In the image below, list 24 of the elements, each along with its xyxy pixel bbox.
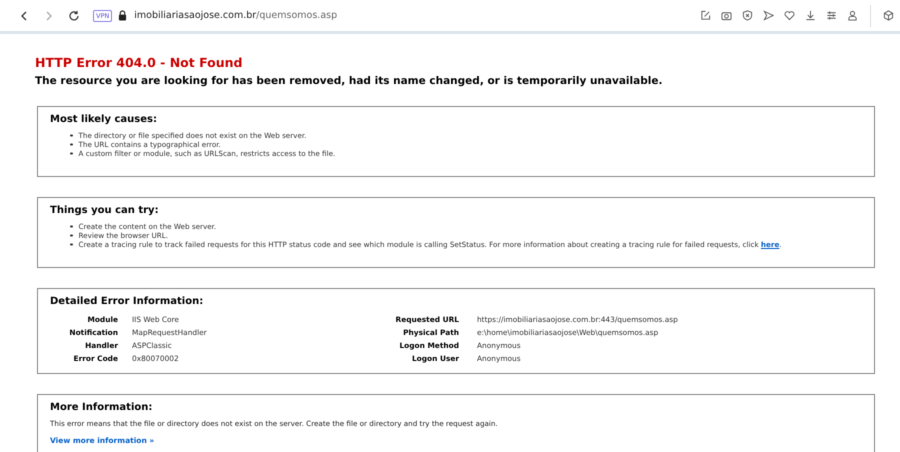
bullet-icon (70, 152, 72, 155)
profile-icon[interactable] (847, 10, 858, 21)
panel-heading: Most likely causes: (50, 114, 158, 125)
panel-heading: Detailed Error Information: (50, 296, 204, 307)
panel-heading: Things you can try: (50, 205, 160, 216)
panel-heading: More Information: (50, 402, 154, 413)
bullet-icon (70, 225, 72, 228)
camera-icon[interactable] (721, 10, 732, 21)
heart-icon[interactable] (784, 10, 795, 21)
reload-icon[interactable] (68, 10, 80, 22)
edit-icon[interactable] (700, 10, 711, 21)
settings-icon[interactable] (826, 10, 837, 21)
shield-icon[interactable] (742, 10, 753, 21)
lock-icon[interactable] (118, 10, 128, 21)
download-icon[interactable] (805, 10, 816, 21)
bullet-icon (70, 143, 72, 146)
bullet-icon (70, 134, 72, 136)
url-field[interactable]: imobiliariasaojose.com.br/quemsomos.asp (134, 10, 338, 21)
bullet-icon (70, 243, 72, 246)
cube-icon[interactable] (883, 10, 894, 21)
bullet-icon (70, 234, 72, 237)
error-subtitle: The resource you are looking for has been removed, had its name changed, or is temporarily unavailable. (35, 75, 664, 87)
send-icon[interactable] (763, 10, 774, 21)
error-title: HTTP Error 404.0 - Not Found (35, 55, 244, 70)
